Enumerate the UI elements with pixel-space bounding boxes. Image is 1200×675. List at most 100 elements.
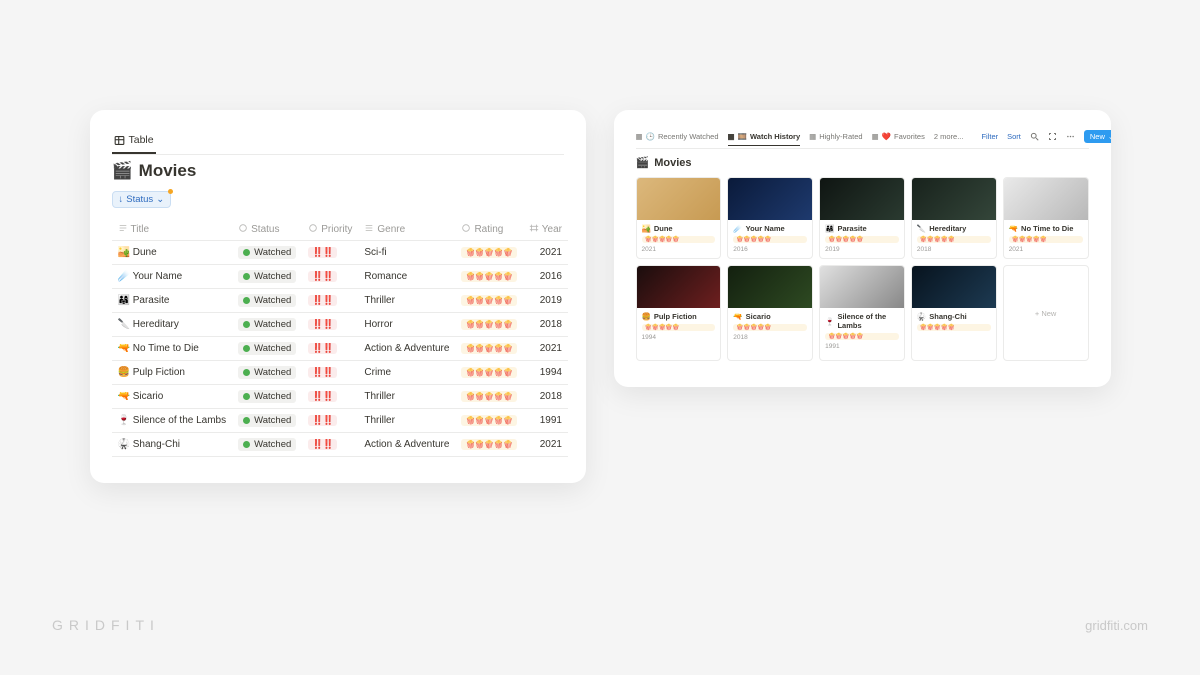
cell-status[interactable]: Watched: [232, 361, 302, 385]
cell-title[interactable]: 🔪 Hereditary: [112, 313, 233, 337]
status-dot-icon: [243, 249, 250, 256]
status-dot-icon: [243, 345, 250, 352]
cell-status[interactable]: Watched: [232, 313, 302, 337]
cell-year[interactable]: 2018: [523, 313, 568, 337]
gallery-card[interactable]: ☄️Your Name🍿🍿🍿🍿🍿2016: [727, 177, 813, 259]
row-emoji: 🏜️: [118, 247, 130, 258]
cell-year[interactable]: 2021: [523, 337, 568, 361]
gallery-card[interactable]: 🔪Hereditary🍿🍿🍿🍿🍿2018: [911, 177, 997, 259]
cell-year[interactable]: 2016: [523, 265, 568, 289]
cell-priority[interactable]: ‼️‼️: [302, 433, 358, 457]
cell-genre[interactable]: Horror: [358, 313, 455, 337]
cell-year[interactable]: 2021: [523, 241, 568, 265]
cell-status[interactable]: Watched: [232, 265, 302, 289]
cell-priority[interactable]: ‼️‼️: [302, 385, 358, 409]
cell-year[interactable]: 2021: [523, 433, 568, 457]
cell-status[interactable]: Watched: [232, 385, 302, 409]
cell-genre[interactable]: Thriller: [358, 409, 455, 433]
table-row[interactable]: 🥋 Shang-ChiWatched‼️‼️Action & Adventure…: [112, 433, 568, 457]
cell-priority[interactable]: ‼️‼️: [302, 241, 358, 265]
cell-rating[interactable]: 🍿🍿🍿🍿🍿: [455, 241, 522, 265]
cell-genre[interactable]: Sci-fi: [358, 241, 455, 265]
cell-priority[interactable]: ‼️‼️: [302, 337, 358, 361]
col-priority[interactable]: Priority: [302, 218, 358, 241]
card-emoji: 🔫: [1009, 224, 1018, 233]
cell-genre[interactable]: Action & Adventure: [358, 433, 455, 457]
cell-genre[interactable]: Action & Adventure: [358, 337, 455, 361]
cell-genre[interactable]: Romance: [358, 265, 455, 289]
cell-rating[interactable]: 🍿🍿🍿🍿🍿: [455, 289, 522, 313]
new-card-button[interactable]: + New: [1003, 265, 1089, 361]
gallery-card[interactable]: 🍔Pulp Fiction🍿🍿🍿🍿🍿1994: [636, 265, 722, 361]
col-rating[interactable]: Rating: [455, 218, 522, 241]
cell-rating[interactable]: 🍿🍿🍿🍿🍿: [455, 337, 522, 361]
cell-genre[interactable]: Thriller: [358, 289, 455, 313]
table-row[interactable]: 🔫 No Time to DieWatched‼️‼️Action & Adve…: [112, 337, 568, 361]
cell-rating[interactable]: 🍿🍿🍿🍿🍿: [455, 385, 522, 409]
gallery-card[interactable]: 🔫Sicario🍿🍿🍿🍿🍿2018: [727, 265, 813, 361]
cell-title[interactable]: ☄️ Your Name: [112, 265, 233, 289]
table-row[interactable]: ☄️ Your NameWatched‼️‼️Romance🍿🍿🍿🍿🍿2016: [112, 265, 568, 289]
cell-status[interactable]: Watched: [232, 289, 302, 313]
cell-rating[interactable]: 🍿🍿🍿🍿🍿: [455, 265, 522, 289]
gallery-card[interactable]: 🔫No Time to Die🍿🍿🍿🍿🍿2021: [1003, 177, 1089, 259]
cell-status[interactable]: Watched: [232, 433, 302, 457]
cell-title[interactable]: 🔫 Sicario: [112, 385, 233, 409]
cell-priority[interactable]: ‼️‼️: [302, 289, 358, 313]
cell-status[interactable]: Watched: [232, 337, 302, 361]
cell-title[interactable]: 🥋 Shang-Chi: [112, 433, 233, 457]
cell-rating[interactable]: 🍿🍿🍿🍿🍿: [455, 433, 522, 457]
table-row[interactable]: 🍔 Pulp FictionWatched‼️‼️Crime🍿🍿🍿🍿🍿1994: [112, 361, 568, 385]
cell-title[interactable]: 👨‍👩‍👧 Parasite: [112, 289, 233, 313]
expand-icon[interactable]: [1048, 132, 1057, 141]
card-emoji: ☄️: [733, 224, 742, 233]
sort-button[interactable]: Sort: [1007, 132, 1021, 141]
search-icon[interactable]: [1030, 132, 1039, 141]
tab-recently-watched[interactable]: ▦ 🕒 Recently Watched: [636, 132, 719, 141]
col-genre[interactable]: Genre: [358, 218, 455, 241]
cell-status[interactable]: Watched: [232, 409, 302, 433]
table-row[interactable]: 🏜️ DuneWatched‼️‼️Sci-fi🍿🍿🍿🍿🍿2021: [112, 241, 568, 265]
cell-rating[interactable]: 🍿🍿🍿🍿🍿: [455, 361, 522, 385]
view-tab-table[interactable]: Table: [112, 130, 156, 154]
col-status[interactable]: Status: [232, 218, 302, 241]
gallery-card[interactable]: 🏜️Dune🍿🍿🍿🍿🍿2021: [636, 177, 722, 259]
cell-title[interactable]: 🏜️ Dune: [112, 241, 233, 265]
cell-priority[interactable]: ‼️‼️: [302, 361, 358, 385]
more-views[interactable]: 2 more...: [934, 132, 964, 141]
cell-title[interactable]: 🔫 No Time to Die: [112, 337, 233, 361]
col-title[interactable]: Title: [112, 218, 233, 241]
cell-genre[interactable]: Thriller: [358, 385, 455, 409]
filter-button[interactable]: Filter: [981, 132, 998, 141]
gallery-card[interactable]: 🍷Silence of the Lambs🍿🍿🍿🍿🍿1991: [819, 265, 905, 361]
cell-priority[interactable]: ‼️‼️: [302, 313, 358, 337]
cell-status[interactable]: Watched: [232, 241, 302, 265]
cell-year[interactable]: 1994: [523, 361, 568, 385]
cell-rating[interactable]: 🍿🍿🍿🍿🍿: [455, 409, 522, 433]
gallery-card[interactable]: 🥋Shang-Chi🍿🍿🍿🍿🍿: [911, 265, 997, 361]
tab-favorites[interactable]: ▦ ❤️ Favorites: [872, 132, 925, 141]
cell-year[interactable]: 1991: [523, 409, 568, 433]
table-row[interactable]: 🍷 Silence of the LambsWatched‼️‼️Thrille…: [112, 409, 568, 433]
cell-year[interactable]: 2018: [523, 385, 568, 409]
cell-title[interactable]: 🍷 Silence of the Lambs: [112, 409, 233, 433]
new-button[interactable]: New ⌄: [1084, 130, 1111, 143]
col-year[interactable]: Year: [523, 218, 568, 241]
table-row[interactable]: 🔫 SicarioWatched‼️‼️Thriller🍿🍿🍿🍿🍿2018: [112, 385, 568, 409]
tab-highly-rated[interactable]: ▦ Highly-Rated: [809, 132, 862, 141]
card-title: 🍔Pulp Fiction: [642, 312, 716, 321]
filter-chip-status[interactable]: ↓ Status ⌄: [112, 191, 172, 208]
gallery-card[interactable]: 👨‍👩‍👧Parasite🍿🍿🍿🍿🍿2019: [819, 177, 905, 259]
tab-watch-history[interactable]: ▦ 🎞️ Watch History: [728, 132, 801, 146]
cell-rating[interactable]: 🍿🍿🍿🍿🍿: [455, 313, 522, 337]
cell-title[interactable]: 🍔 Pulp Fiction: [112, 361, 233, 385]
cell-priority[interactable]: ‼️‼️: [302, 409, 358, 433]
card-year: 2018: [733, 334, 807, 341]
cell-year[interactable]: 2019: [523, 289, 568, 313]
row-title: Shang-Chi: [133, 439, 180, 450]
table-row[interactable]: 👨‍👩‍👧 ParasiteWatched‼️‼️Thriller🍿🍿🍿🍿🍿20…: [112, 289, 568, 313]
cell-genre[interactable]: Crime: [358, 361, 455, 385]
table-row[interactable]: 🔪 HereditaryWatched‼️‼️Horror🍿🍿🍿🍿🍿2018: [112, 313, 568, 337]
more-icon[interactable]: [1066, 132, 1075, 141]
cell-priority[interactable]: ‼️‼️: [302, 265, 358, 289]
